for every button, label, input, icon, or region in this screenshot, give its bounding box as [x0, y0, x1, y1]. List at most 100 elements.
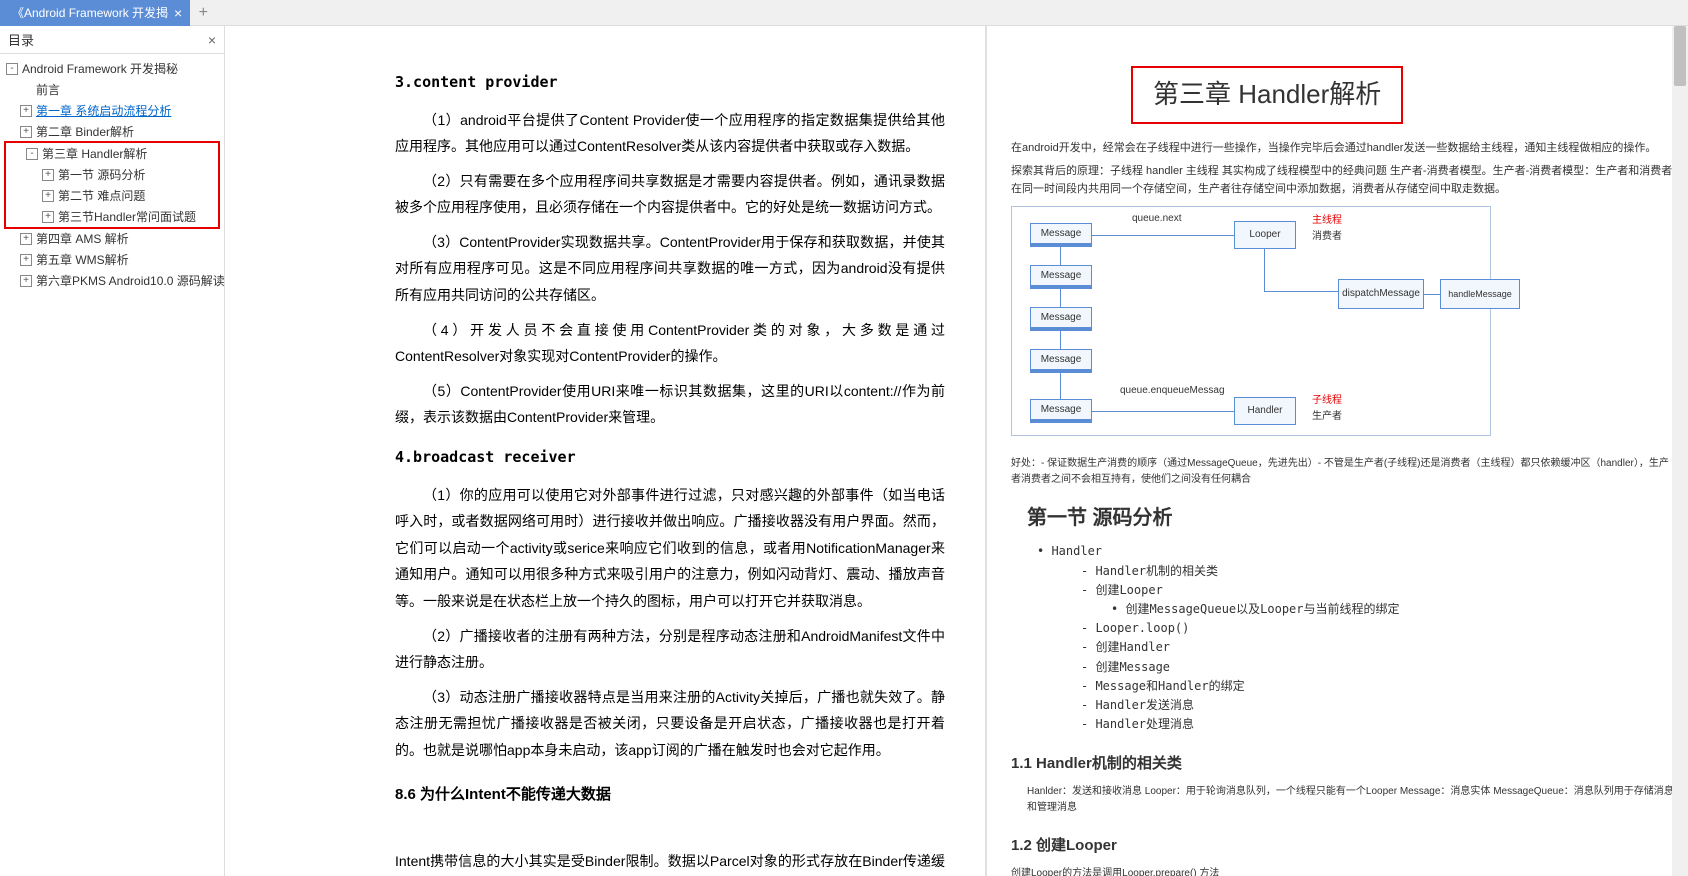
outline-item-8: Handler发送消息 [1081, 696, 1676, 715]
dg-message-3: Message [1030, 307, 1092, 331]
subhead-12: 1.2 创建Looper [1011, 834, 1676, 858]
tab-title: 《Android Framework 开发揭 [12, 4, 168, 21]
tree-item-0[interactable]: -Android Framework 开发揭秘 [0, 58, 224, 79]
active-tab[interactable]: 《Android Framework 开发揭 × [0, 0, 190, 26]
scrollbar-thumb[interactable] [1674, 26, 1686, 86]
heading-broadcast: 4.broadcast receiver [395, 443, 945, 472]
expand-icon[interactable]: + [42, 169, 54, 181]
expand-icon[interactable]: + [42, 190, 54, 202]
outline-item-0: Handler [1051, 542, 1676, 561]
collapse-icon[interactable]: - [6, 63, 18, 75]
dg-arrow [1264, 291, 1338, 292]
para-cp2: （2）只有需要在多个应用程序间共享数据是才需要内容提供者。例如，通讯录数据被多个… [395, 168, 945, 221]
tree-item-9[interactable]: + 第五章 WMS解析 [0, 249, 224, 270]
tree-item-5[interactable]: + 第一节 源码分析 [6, 164, 218, 185]
tree-label: 第三章 Handler解析 [42, 145, 147, 162]
dg-arrow [1424, 294, 1440, 295]
outline-item-3: 创建MessageQueue以及Looper与当前线程的绑定 [1111, 600, 1676, 619]
expand-icon[interactable]: + [20, 254, 32, 266]
expand-icon[interactable]: + [20, 233, 32, 245]
intro-2: 探索其背后的原理：子线程 handler 主线程 其实构成了线程模型中的经典问题… [1011, 163, 1676, 198]
dg-handle: handleMessage [1440, 279, 1520, 309]
dg-arrow [1060, 247, 1061, 265]
dg-label-sub: 子线程 [1312, 393, 1342, 409]
dg-label-consumer: 消费者 [1312, 229, 1342, 245]
para-br2: （2）广播接收者的注册有两种方法，分别是程序动态注册和AndroidManife… [395, 623, 945, 676]
tab-bar: 《Android Framework 开发揭 × + [0, 0, 1688, 26]
expand-icon[interactable]: + [20, 105, 32, 117]
tree-item-2[interactable]: + 第一章 系统启动流程分析 [0, 100, 224, 121]
advantage-note: 好处：- 保证数据生产消费的顺序（通过MessageQueue，先进先出）- 不… [1011, 456, 1676, 488]
page-left: 3.content provider （1）android平台提供了Conten… [225, 26, 985, 876]
heading-content-provider: 3.content provider [395, 68, 945, 97]
note-11: Hanlder：发送和接收消息 Looper：用于轮询消息队列，一个线程只能有一… [1027, 784, 1676, 816]
tree-item-7[interactable]: + 第三节Handler常问面试题 [6, 206, 218, 227]
expand-icon[interactable]: + [20, 126, 32, 138]
sidebar-header: 目录 × [0, 26, 224, 54]
dg-message-5: Message [1030, 399, 1092, 423]
tree-label: 第四章 AMS 解析 [36, 230, 129, 247]
dg-looper: Looper [1234, 221, 1296, 249]
dg-message-4: Message [1030, 349, 1092, 373]
dg-dispatch: dispatchMessage [1338, 279, 1424, 309]
note-12a: 创建Looper的方法是调用Looper.prepare() 方法 [1011, 866, 1676, 876]
page-right: 第三章 Handler解析 在android开发中，经常会在子线程中进行一些操作… [987, 26, 1688, 876]
outline-item-6: 创建Message [1081, 658, 1676, 677]
para-cp1: （1）android平台提供了Content Provider使一个应用程序的指… [395, 107, 945, 160]
tree-label: 第三节Handler常问面试题 [58, 208, 196, 225]
dg-message-2: Message [1030, 265, 1092, 289]
tree-label: 第二章 Binder解析 [36, 123, 134, 140]
tree-item-4[interactable]: -第三章 Handler解析 [6, 143, 218, 164]
dg-label-qenq: queue.enqueueMessag [1120, 383, 1225, 399]
subhead-11: 1.1 Handler机制的相关类 [1011, 752, 1676, 776]
tree-label: 第五章 WMS解析 [36, 251, 129, 268]
tree-label: 第二节 难点问题 [58, 187, 145, 204]
intro-1: 在android开发中，经常会在子线程中进行一些操作，当操作完毕后会通过hand… [1011, 140, 1676, 158]
scrollbar[interactable] [1672, 26, 1688, 876]
outline-item-2: 创建Looper [1081, 581, 1676, 600]
tab-close-icon[interactable]: × [174, 6, 182, 20]
sidebar-title: 目录 [8, 30, 34, 49]
tree-item-6[interactable]: + 第二节 难点问题 [6, 185, 218, 206]
dg-arrow [1264, 249, 1265, 291]
dg-arrow [1092, 235, 1234, 236]
outline-tree: -Android Framework 开发揭秘前言+第一章 系统启动流程分析+第… [0, 54, 224, 295]
dg-label-qnext: queue.next [1132, 211, 1182, 227]
tree-label: 第一节 源码分析 [58, 166, 145, 183]
outline-list: HandlerHandler机制的相关类创建Looper创建MessageQue… [1051, 542, 1676, 734]
tree-label: Android Framework 开发揭秘 [22, 60, 178, 77]
tree-label: 第一章 系统启动流程分析 [36, 102, 171, 119]
para-br3: （3）动态注册广播接收器特点是当用来注册的Activity关掉后，广播也就失效了… [395, 684, 945, 764]
dg-arrow [1060, 331, 1061, 349]
section-1-heading: 第一节 源码分析 [1027, 502, 1676, 534]
sidebar-close-icon[interactable]: × [208, 32, 216, 48]
handler-diagram: Message Message Message Message Message … [1011, 206, 1491, 436]
tree-item-10[interactable]: + 第六章PKMS Android10.0 源码解读 [0, 270, 224, 291]
dg-arrow [1092, 411, 1234, 412]
tab-add-button[interactable]: + [190, 4, 216, 22]
para-cp4: （4）开发人员不会直接使用ContentProvider类的对象，大多数是通过C… [395, 317, 945, 370]
tree-item-1[interactable]: 前言 [0, 79, 224, 100]
outline-item-9: Handler处理消息 [1081, 715, 1676, 734]
tree-label: 第六章PKMS Android10.0 源码解读 [36, 272, 224, 289]
outline-item-1: Handler机制的相关类 [1081, 562, 1676, 581]
expand-icon[interactable]: + [20, 275, 32, 287]
para-i1: Intent携带信息的大小其实是受Binder限制。数据以Parcel对象的形式… [395, 848, 945, 876]
dg-label-main: 主线程 [1312, 213, 1342, 229]
outline-item-5: 创建Handler [1081, 638, 1676, 657]
outline-item-4: Looper.loop() [1081, 619, 1676, 638]
collapse-icon[interactable]: - [26, 148, 38, 160]
dg-arrow [1060, 373, 1061, 399]
para-br1: （1）你的应用可以使用它对外部事件进行过滤，只对感兴趣的外部事件（如当电话呼入时… [395, 482, 945, 615]
dg-label-producer: 生产者 [1312, 409, 1342, 425]
dg-message-1: Message [1030, 223, 1092, 247]
tree-item-3[interactable]: + 第二章 Binder解析 [0, 121, 224, 142]
sidebar: 目录 × -Android Framework 开发揭秘前言+第一章 系统启动流… [0, 26, 225, 876]
para-cp3: （3）ContentProvider实现数据共享。ContentProvider… [395, 229, 945, 309]
chapter-title: 第三章 Handler解析 [1131, 66, 1403, 124]
heading-86: 8.6 为什么Intent不能传递大数据 [395, 781, 945, 810]
expand-icon[interactable]: + [42, 211, 54, 223]
para-cp5: （5）ContentProvider使用URI来唯一标识其数据集，这里的URI以… [395, 378, 945, 431]
tree-item-8[interactable]: + 第四章 AMS 解析 [0, 228, 224, 249]
dg-arrow [1060, 289, 1061, 307]
